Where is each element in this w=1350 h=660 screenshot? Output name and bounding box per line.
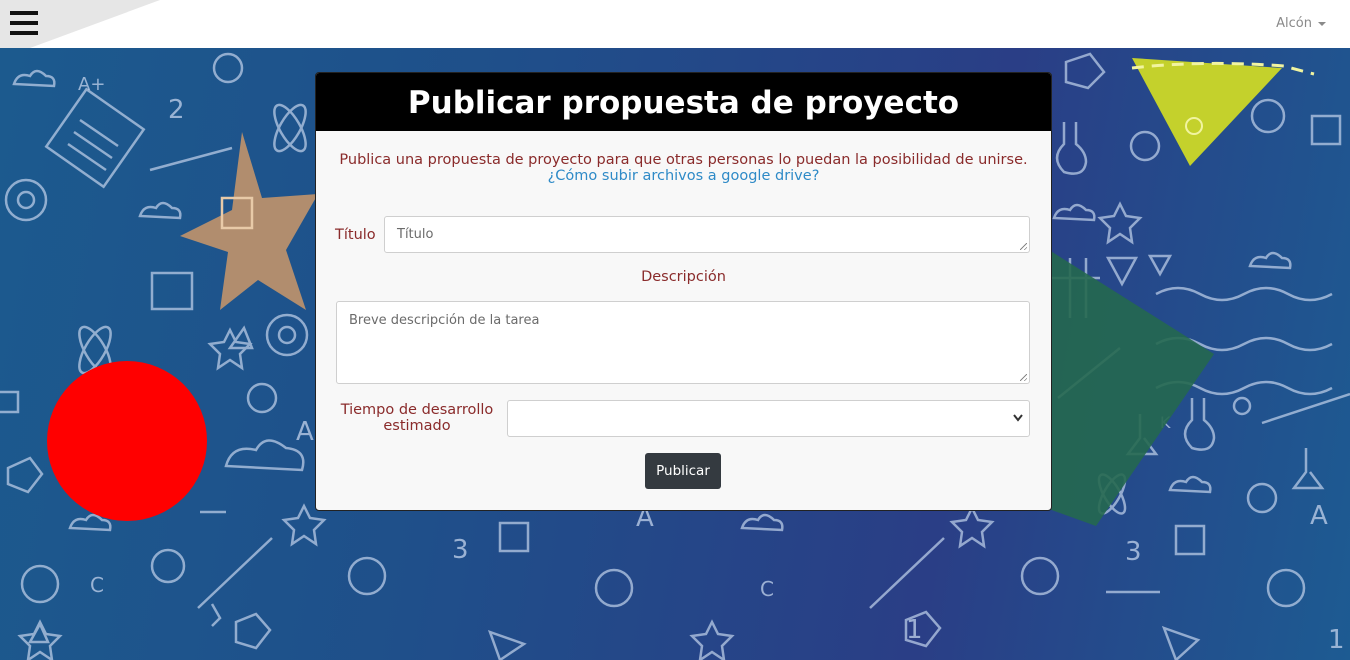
resize-handle[interactable] (1020, 243, 1027, 250)
description-label: Descripción (641, 269, 726, 285)
svg-text:C: C (90, 573, 104, 597)
title-input[interactable]: Título (384, 216, 1030, 253)
title-input-placeholder: Título (397, 227, 434, 242)
svg-text:C: C (760, 577, 774, 601)
time-label-line1: Tiempo de desarrollo (340, 402, 494, 418)
title-label: Título (335, 227, 376, 243)
hamburger-icon[interactable] (10, 11, 38, 35)
svg-text:1: 1 (1328, 625, 1345, 655)
user-name: Alcón (1276, 16, 1312, 31)
resize-handle[interactable] (1020, 374, 1027, 381)
svg-text:A+: A+ (78, 74, 105, 95)
google-drive-help-link[interactable]: ¿Cómo subir archivos a google drive? (316, 168, 1051, 184)
estimated-time-select[interactable] (507, 400, 1030, 437)
svg-text:A: A (296, 417, 314, 447)
time-label-line2: estimado (383, 418, 451, 434)
description-textarea[interactable]: Breve descripción de la tarea (336, 301, 1030, 384)
chevron-down-icon (1013, 414, 1023, 422)
caret-down-icon (1318, 21, 1326, 26)
svg-text:3: 3 (1125, 537, 1142, 567)
intro-text: Publica una propuesta de proyecto para q… (339, 152, 1028, 168)
user-menu-dropdown[interactable]: Alcón (1276, 16, 1326, 31)
description-placeholder: Breve descripción de la tarea (349, 313, 540, 328)
top-navbar: Alcón (0, 0, 1350, 48)
time-label: Tiempo de desarrollo estimado (336, 402, 498, 434)
svg-text:2: 2 (168, 95, 185, 125)
publish-project-card: Publicar propuesta de proyecto Publica u… (315, 72, 1052, 511)
card-title: Publicar propuesta de proyecto (316, 73, 1051, 131)
svg-text:A: A (1310, 501, 1328, 531)
svg-text:3: 3 (452, 535, 469, 565)
publish-button[interactable]: Publicar (645, 453, 721, 489)
svg-text:1: 1 (906, 615, 923, 645)
